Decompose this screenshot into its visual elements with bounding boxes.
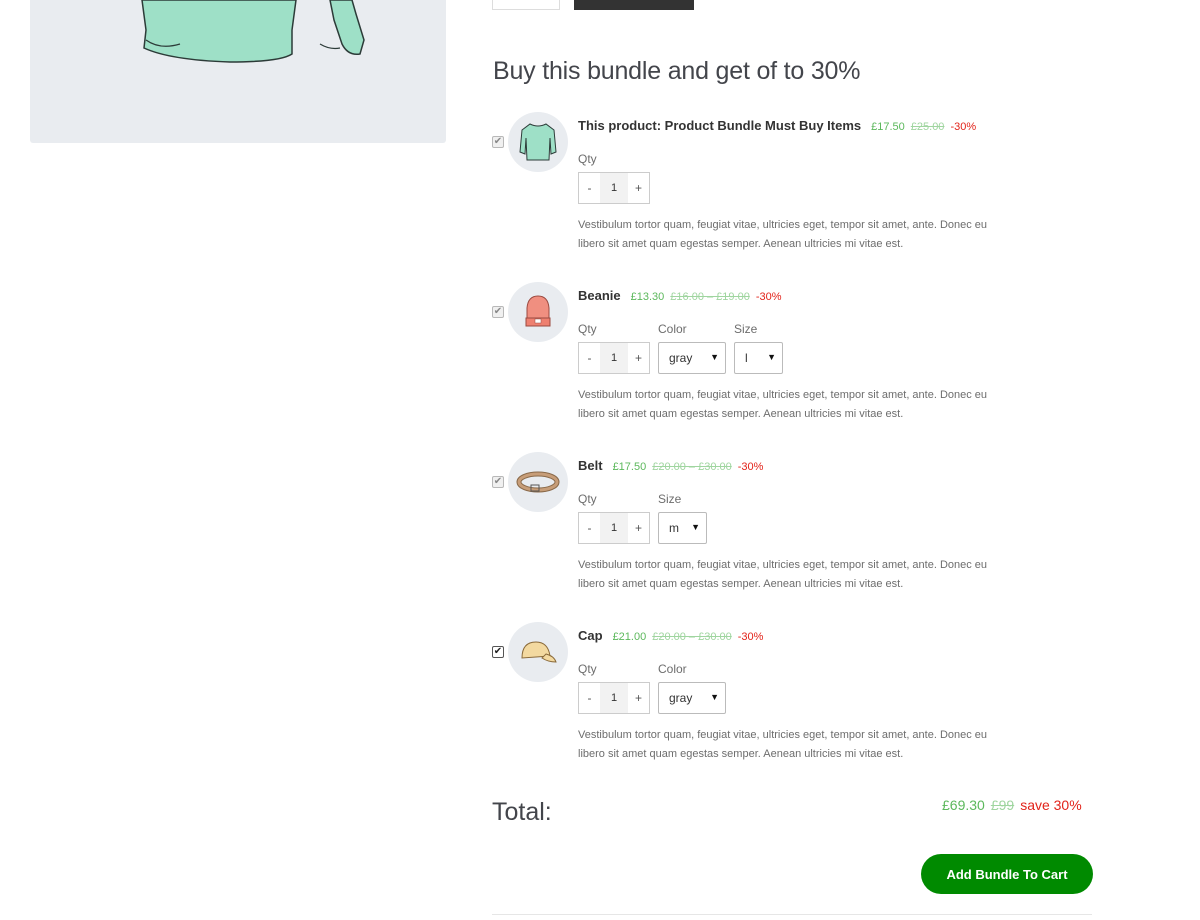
color-label: Color	[658, 662, 687, 676]
decrease-button[interactable]: -	[579, 343, 600, 373]
size-select[interactable]: m ▼	[658, 512, 707, 544]
cap-icon	[508, 622, 568, 682]
bundle-title: Buy this bundle and get of to 30%	[493, 57, 861, 85]
product-image	[30, 0, 446, 143]
item-old-price: £16.00 – £19.00	[670, 291, 750, 303]
item-checkbox[interactable]: ✔	[492, 136, 504, 148]
quantity-stepper[interactable]: - 1 +	[578, 342, 650, 374]
item-checkbox[interactable]: ✔	[492, 476, 504, 488]
decrease-button[interactable]: -	[579, 173, 600, 203]
item-description: Vestibulum tortor quam, feugiat vitae, u…	[578, 729, 988, 760]
item-price: £21.00	[612, 631, 647, 643]
item-name[interactable]: This product: Product Bundle Must Buy It…	[578, 118, 861, 133]
sweater-icon	[508, 112, 568, 172]
bundle-item: ✔ Beanie £13.30 £16.00 – £19.00 -30% Qty Co…	[490, 282, 1010, 432]
item-discount: -30%	[737, 461, 764, 473]
item-discount: -30%	[737, 631, 764, 643]
bundle-item: ✔ Cap £21.00 £20.00 – £30.00 -30% Qty Color…	[490, 622, 1010, 772]
increase-button[interactable]: +	[628, 513, 649, 543]
caret-down-icon: ▼	[710, 352, 719, 362]
quantity-value[interactable]: 1	[600, 343, 628, 373]
item-discount: -30%	[950, 121, 977, 133]
quantity-stepper[interactable]: - 1 +	[578, 682, 650, 714]
total-old-price: £99	[990, 797, 1015, 813]
item-price: £17.50	[871, 121, 905, 133]
color-select[interactable]: gray ▼	[658, 342, 726, 374]
color-select-value: gray	[669, 691, 693, 705]
size-label: Size	[658, 492, 682, 506]
item-old-price: £25.00	[910, 121, 945, 133]
total-price: £69.30	[942, 797, 985, 813]
total-label: Total:	[492, 798, 552, 826]
decrease-button[interactable]: -	[579, 683, 600, 713]
quantity-stepper[interactable]: - 1 +	[578, 512, 650, 544]
item-description: Vestibulum tortor quam, feugiat vitae, u…	[578, 559, 988, 590]
quantity-value[interactable]: 1	[600, 683, 628, 713]
belt-icon	[508, 452, 568, 512]
caret-down-icon: ▼	[767, 352, 776, 362]
qty-label: Qty	[578, 322, 597, 336]
caret-down-icon: ▼	[710, 692, 719, 702]
size-label: Size	[734, 322, 758, 336]
decrease-button[interactable]: -	[579, 513, 600, 543]
add-to-cart-button-partial[interactable]	[574, 0, 694, 10]
item-header: Belt £17.50 £20.00 – £30.00 -30%	[578, 458, 763, 473]
increase-button[interactable]: +	[628, 343, 649, 373]
bundle-item: ✔ This product: Product Bundle Must Buy …	[490, 112, 1010, 262]
item-description: Vestibulum tortor quam, feugiat vitae, u…	[578, 389, 988, 420]
item-name[interactable]: Beanie	[578, 288, 621, 303]
caret-down-icon: ▼	[691, 522, 700, 532]
item-description: Vestibulum tortor quam, feugiat vitae, u…	[578, 219, 988, 250]
qty-label: Qty	[578, 492, 597, 506]
item-price: £17.50	[612, 461, 647, 473]
qty-label: Qty	[578, 662, 597, 676]
increase-button[interactable]: +	[628, 173, 649, 203]
item-checkbox[interactable]: ✔	[492, 306, 504, 318]
color-label: Color	[658, 322, 687, 336]
quantity-value[interactable]: 1	[600, 513, 628, 543]
quantity-stepper[interactable]: - 1 +	[578, 172, 650, 204]
size-select-value: m	[669, 521, 679, 535]
divider	[492, 914, 1092, 915]
total-savings: save 30%	[1020, 797, 1082, 813]
beanie-icon	[508, 282, 568, 342]
item-header: Beanie £13.30 £16.00 – £19.00 -30%	[578, 288, 782, 303]
size-select-value: l	[745, 351, 748, 365]
size-select[interactable]: l ▼	[734, 342, 783, 374]
color-select[interactable]: gray ▼	[658, 682, 726, 714]
total-prices: £69.30 £99 save 30%	[942, 797, 1082, 813]
color-select-value: gray	[669, 351, 693, 365]
item-name[interactable]: Cap	[578, 628, 603, 643]
qty-label: Qty	[578, 152, 597, 166]
item-old-price: £20.00 – £30.00	[652, 631, 732, 643]
item-checkbox[interactable]: ✔	[492, 646, 504, 658]
increase-button[interactable]: +	[628, 683, 649, 713]
add-bundle-to-cart-button[interactable]: Add Bundle To Cart	[921, 854, 1093, 894]
item-price: £13.30	[630, 291, 665, 303]
quantity-input-partial[interactable]	[492, 0, 560, 10]
item-old-price: £20.00 – £30.00	[652, 461, 732, 473]
quantity-value[interactable]: 1	[600, 173, 628, 203]
item-discount: -30%	[755, 291, 782, 303]
item-header: Cap £21.00 £20.00 – £30.00 -30%	[578, 628, 763, 643]
item-header: This product: Product Bundle Must Buy It…	[578, 118, 976, 133]
bundle-item: ✔ Belt £17.50 £20.00 – £30.00 -30% Qty Size…	[490, 452, 1010, 602]
item-name[interactable]: Belt	[578, 458, 603, 473]
